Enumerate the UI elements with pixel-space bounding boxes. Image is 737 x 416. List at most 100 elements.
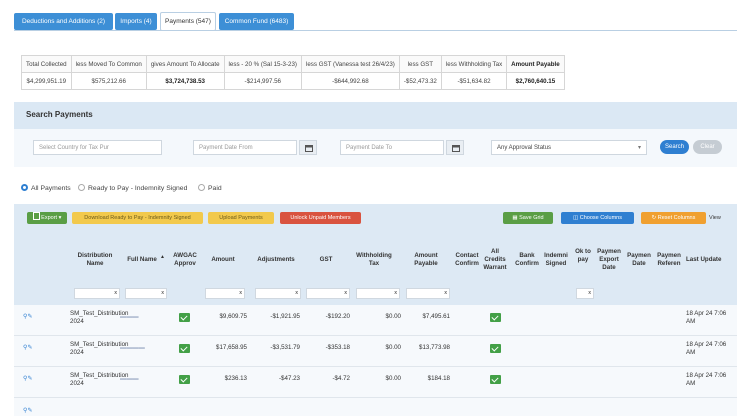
export-button[interactable]: Export ▾: [27, 212, 67, 224]
summary-value: -$51,634.82: [440, 72, 508, 90]
gst-cell: -$353.18: [325, 344, 350, 351]
view-edit-icon[interactable]: ⚲✎: [23, 407, 33, 415]
column-header[interactable]: Distribution Name: [70, 252, 120, 268]
approval-status-select[interactable]: Any Approval Status ▾: [491, 140, 647, 155]
approved-check-icon[interactable]: [179, 344, 190, 353]
payment-date-from-input[interactable]: Payment Date From: [193, 140, 297, 155]
sort-asc-icon[interactable]: ▲: [160, 253, 165, 261]
chart-icon: ▦: [512, 215, 518, 221]
table-row[interactable]: ⚲✎ SM_Test_Distribution 2024 ▬▬▬▬ $17,65…: [14, 336, 737, 367]
approved-check-icon[interactable]: [179, 313, 190, 322]
radio-icon: [198, 184, 205, 191]
clear-icon[interactable]: x: [295, 290, 298, 296]
view-edit-icon[interactable]: ⚲✎: [23, 313, 33, 321]
filter-input[interactable]: x: [255, 288, 301, 299]
filter-input[interactable]: x: [356, 288, 400, 299]
clear-icon[interactable]: x: [394, 290, 397, 296]
filter-ready-to-pay[interactable]: Ready to Pay - Indemnity Signed: [78, 184, 187, 192]
download-ready-button[interactable]: Download Ready to Pay - Indemnity Signed: [72, 212, 203, 224]
column-header[interactable]: Paymen Export Date: [594, 248, 624, 272]
summary-value: -$214,997.56: [223, 72, 302, 90]
tab-imports[interactable]: Imports (4): [115, 13, 157, 30]
search-panel-title: Search Payments: [26, 110, 93, 119]
credits-warrant-check-icon[interactable]: [490, 344, 501, 353]
clear-button[interactable]: Clear: [693, 140, 722, 154]
calendar-icon[interactable]: [446, 140, 464, 155]
distribution-name-cell: SM_Test_Distribution 2024: [70, 341, 129, 356]
summary-value: $575,212.66: [70, 72, 147, 90]
tab-deductions-additions[interactable]: Deductions and Additions (2): [14, 13, 113, 30]
export-label: Export: [41, 215, 58, 221]
view-edit-icon[interactable]: ⚲✎: [23, 375, 33, 383]
clear-icon[interactable]: x: [344, 290, 347, 296]
summary-header: less GST (Vanessa test 26/4/23): [300, 55, 400, 73]
view-edit-icon[interactable]: ⚲✎: [23, 344, 33, 352]
column-header[interactable]: Paymen Referen: [654, 252, 684, 268]
tab-payments[interactable]: Payments (547): [160, 12, 216, 31]
column-header[interactable]: Adjustments: [250, 256, 302, 264]
column-header[interactable]: Amount: [205, 256, 241, 264]
search-button[interactable]: Search: [660, 140, 689, 154]
column-header[interactable]: Indemni Signed: [540, 252, 572, 268]
filter-all-payments[interactable]: All Payments: [21, 184, 71, 192]
column-header[interactable]: All Credits Warrant: [480, 248, 510, 272]
credits-warrant-check-icon[interactable]: [490, 313, 501, 322]
clear-icon[interactable]: x: [114, 290, 117, 296]
column-header[interactable]: Contact Confirm: [450, 252, 484, 268]
approved-check-icon[interactable]: [179, 375, 190, 384]
full-name-cell: ▬▬▬▬: [120, 344, 145, 351]
summary-header: less - 20 % (Sal 15-3-23): [223, 55, 302, 73]
column-header[interactable]: Paymen Date: [624, 252, 654, 268]
summary-value: -$644,992.68: [300, 72, 400, 90]
table-row[interactable]: ⚲✎ SM_Test_Distribution 2024 ▬▬▬ $9,609.…: [14, 305, 737, 336]
clear-icon[interactable]: x: [239, 290, 242, 296]
credits-warrant-check-icon[interactable]: [490, 375, 501, 384]
calendar-icon[interactable]: [299, 140, 317, 155]
amount-payable-cell: $184.18: [427, 375, 450, 382]
reset-columns-button[interactable]: ↻ Reset Columns: [641, 212, 706, 224]
clear-icon[interactable]: x: [161, 290, 164, 296]
column-header[interactable]: Ok to pay: [572, 248, 594, 264]
distribution-name-cell: SM_Test_Distribution 2024: [70, 372, 129, 387]
column-header[interactable]: GST: [306, 256, 346, 264]
amount-cell: $17,658.95: [216, 344, 247, 351]
chevron-down-icon: ▾: [637, 145, 641, 151]
filter-input[interactable]: x: [576, 288, 594, 299]
column-header[interactable]: Full Name: [124, 256, 160, 264]
columns-icon: ◫: [573, 215, 579, 221]
choose-columns-button[interactable]: ◫ Choose Columns: [561, 212, 634, 224]
choose-columns-label: Choose Columns: [579, 215, 622, 221]
gst-cell: -$192.20: [325, 313, 350, 320]
clear-icon[interactable]: x: [588, 290, 591, 296]
filter-input[interactable]: x: [74, 288, 120, 299]
amount-payable-cell: $13,773.98: [419, 344, 450, 351]
filter-input[interactable]: x: [125, 288, 167, 299]
summary-header: gives Amount To Allocate: [145, 55, 225, 73]
filter-input[interactable]: x: [205, 288, 245, 299]
full-name-cell: ▬▬▬: [120, 313, 139, 320]
payment-date-to-input[interactable]: Payment Date To: [340, 140, 444, 155]
unlock-unpaid-button[interactable]: Unlock Unpaid Members: [280, 212, 361, 224]
gst-cell: -$4.72: [332, 375, 350, 382]
column-header[interactable]: Withholding Tax: [352, 252, 396, 268]
adjustments-cell: -$1,921.95: [270, 313, 300, 320]
column-header[interactable]: AWGAC Approv: [169, 252, 201, 268]
column-header[interactable]: Last Update: [686, 256, 737, 264]
adjustments-cell: -$3,531.79: [270, 344, 300, 351]
country-tax-select[interactable]: Select Country for Tax Pur: [33, 140, 162, 155]
tab-common-fund[interactable]: Common Fund (6483): [219, 13, 294, 30]
table-row[interactable]: ⚲✎ SM_Test_Distribution 2024 ▬▬▬ $236.13…: [14, 367, 737, 398]
view-menu[interactable]: View: [709, 212, 737, 224]
filter-input[interactable]: x: [306, 288, 350, 299]
column-header[interactable]: Amount Payable: [406, 252, 446, 268]
clear-icon[interactable]: x: [444, 290, 447, 296]
filter-paid[interactable]: Paid: [198, 184, 222, 192]
summary-header: Amount Payable: [506, 55, 565, 73]
summary-value: $3,724,738.53: [145, 72, 225, 90]
column-header[interactable]: Bank Confirm: [512, 252, 542, 268]
upload-payments-button[interactable]: Upload Payments: [208, 212, 274, 224]
summary-value: $4,299,951.19: [21, 72, 72, 90]
filter-input[interactable]: x: [406, 288, 450, 299]
save-grid-button[interactable]: ▦ Save Grid: [503, 212, 553, 224]
table-row[interactable]: ⚲✎: [14, 398, 737, 416]
